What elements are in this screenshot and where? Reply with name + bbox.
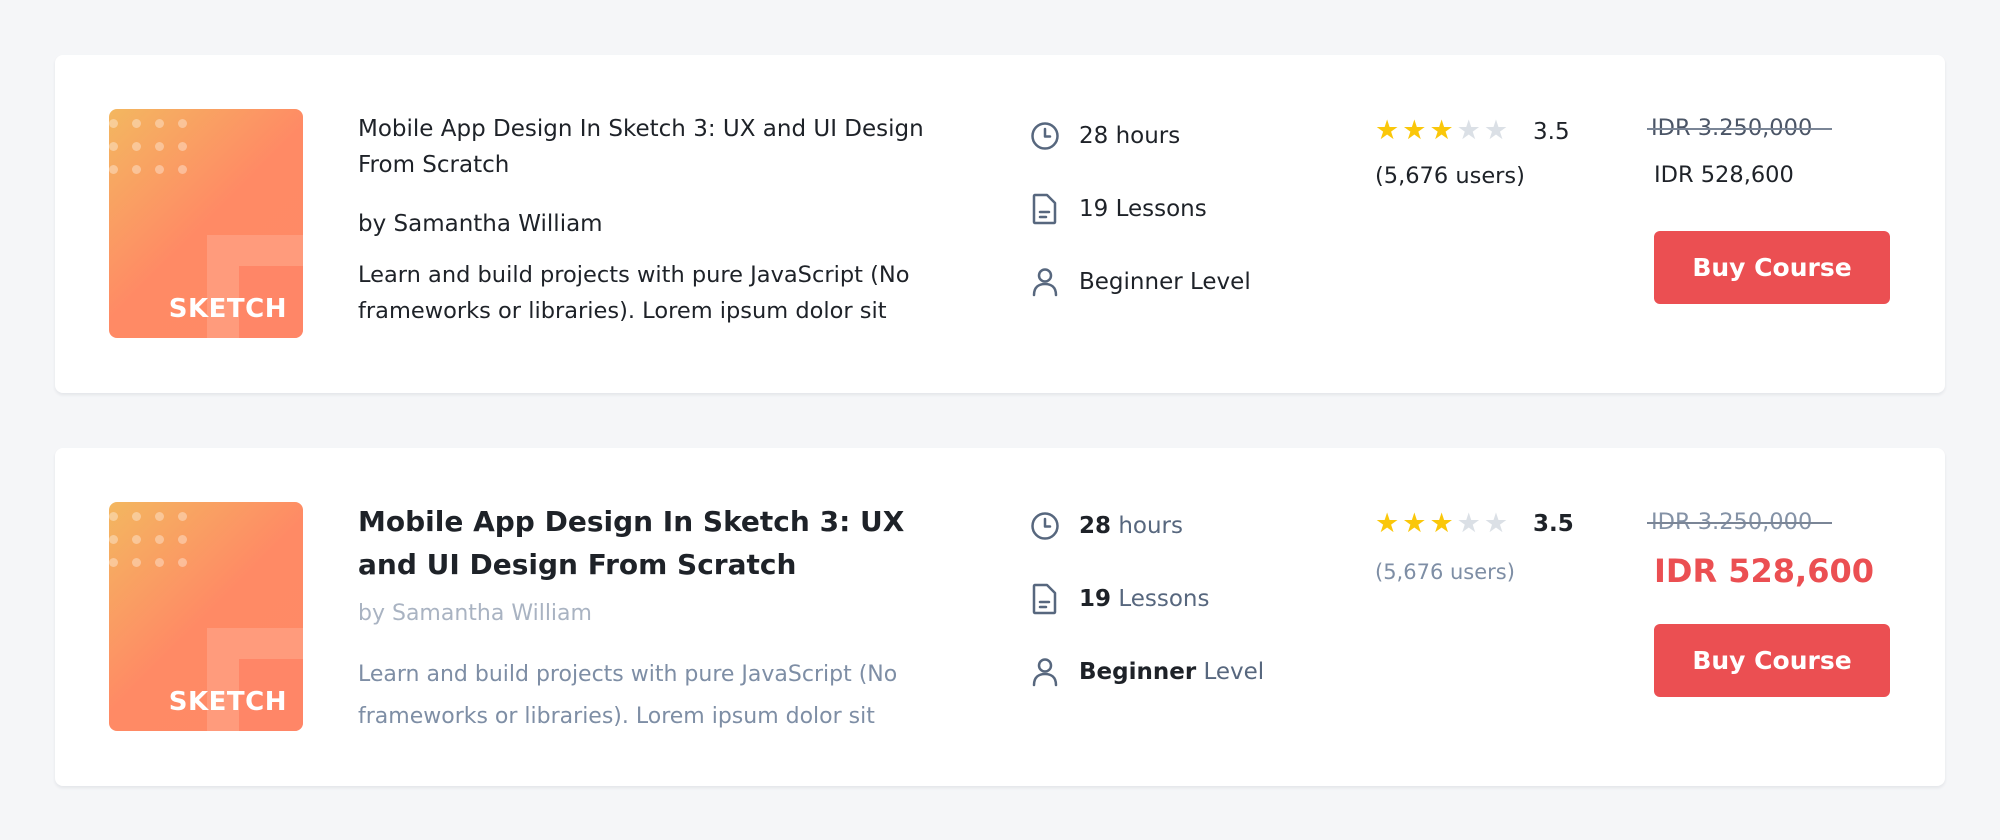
star-icon: ★ (1402, 115, 1427, 146)
course-description: Learn and build projects with pure JavaS… (358, 662, 898, 729)
meta-level: Beginner Level (1025, 652, 1264, 692)
star-icon: ★ (1483, 508, 1509, 539)
duration-text: 28 hours (1079, 513, 1183, 539)
course-card: SKETCH Mobile App Design In Sketch 3: UX… (55, 55, 1945, 393)
rating-users: (5,676 users) (1375, 560, 1515, 584)
rating-stars: ★ ★ ★ ★ ★ (1375, 117, 1511, 144)
user-icon (1025, 652, 1065, 692)
rating-value: 3.5 (1533, 511, 1574, 537)
course-title[interactable]: Mobile App Design In Sketch 3: UX and UI… (358, 111, 948, 183)
star-icon: ★ (1429, 508, 1454, 539)
duration-unit: hours (1118, 513, 1183, 539)
star-icon: ★ (1375, 508, 1400, 539)
meta-lessons: 19 Lessons (1025, 189, 1207, 229)
thumbnail-label: SKETCH (168, 294, 287, 324)
document-icon (1025, 189, 1065, 229)
star-icon: ★ (1375, 115, 1400, 146)
buy-course-button[interactable]: Buy Course (1654, 231, 1890, 304)
clock-icon (1025, 506, 1065, 546)
meta-duration: 28 hours (1025, 506, 1183, 546)
star-icon: ★ (1456, 508, 1481, 539)
level-text: Beginner Level (1079, 659, 1264, 685)
lessons-value: 19 (1079, 586, 1112, 612)
meta-lessons: 19 Lessons (1025, 579, 1210, 619)
course-description: Learn and build projects with pure JavaS… (358, 262, 910, 324)
level-text: Beginner Level (1079, 269, 1251, 295)
user-icon (1025, 262, 1065, 302)
duration-text: 28 hours (1079, 123, 1181, 149)
course-author: by Samantha William (358, 601, 592, 626)
course-author: by Samantha William (358, 211, 603, 237)
lessons-unit: Lessons (1118, 586, 1210, 612)
lessons-text: 19 Lessons (1079, 196, 1207, 222)
lessons-text: 19 Lessons (1079, 586, 1210, 612)
rating-value: 3.5 (1533, 119, 1570, 145)
clock-icon (1025, 116, 1065, 156)
course-thumbnail: SKETCH (109, 109, 303, 338)
buy-course-button[interactable]: Buy Course (1654, 624, 1890, 697)
meta-level: Beginner Level (1025, 262, 1251, 302)
course-card: SKETCH Mobile App Design In Sketch 3: UX… (55, 448, 1945, 786)
course-title[interactable]: Mobile App Design In Sketch 3: UX and UI… (358, 500, 948, 586)
star-icon: ★ (1483, 115, 1509, 146)
original-price: IDR 3.250,000 (1646, 115, 1833, 141)
star-icon: ★ (1402, 508, 1427, 539)
level-value: Beginner (1079, 659, 1197, 685)
meta-duration: 28 hours (1025, 116, 1180, 156)
rating-stars: ★ ★ ★ ★ ★ (1375, 510, 1511, 537)
duration-value: 28 (1079, 513, 1112, 539)
course-thumbnail: SKETCH (109, 502, 303, 731)
sale-price: IDR 528,600 (1654, 162, 1794, 188)
star-icon: ★ (1456, 115, 1481, 146)
star-icon: ★ (1429, 115, 1454, 146)
rating-users: (5,676 users) (1375, 163, 1525, 189)
sale-price: IDR 528,600 (1654, 552, 1874, 590)
document-icon (1025, 579, 1065, 619)
level-unit: Level (1203, 659, 1265, 685)
thumbnail-label: SKETCH (168, 687, 287, 717)
original-price: IDR 3.250,000 (1646, 509, 1833, 535)
